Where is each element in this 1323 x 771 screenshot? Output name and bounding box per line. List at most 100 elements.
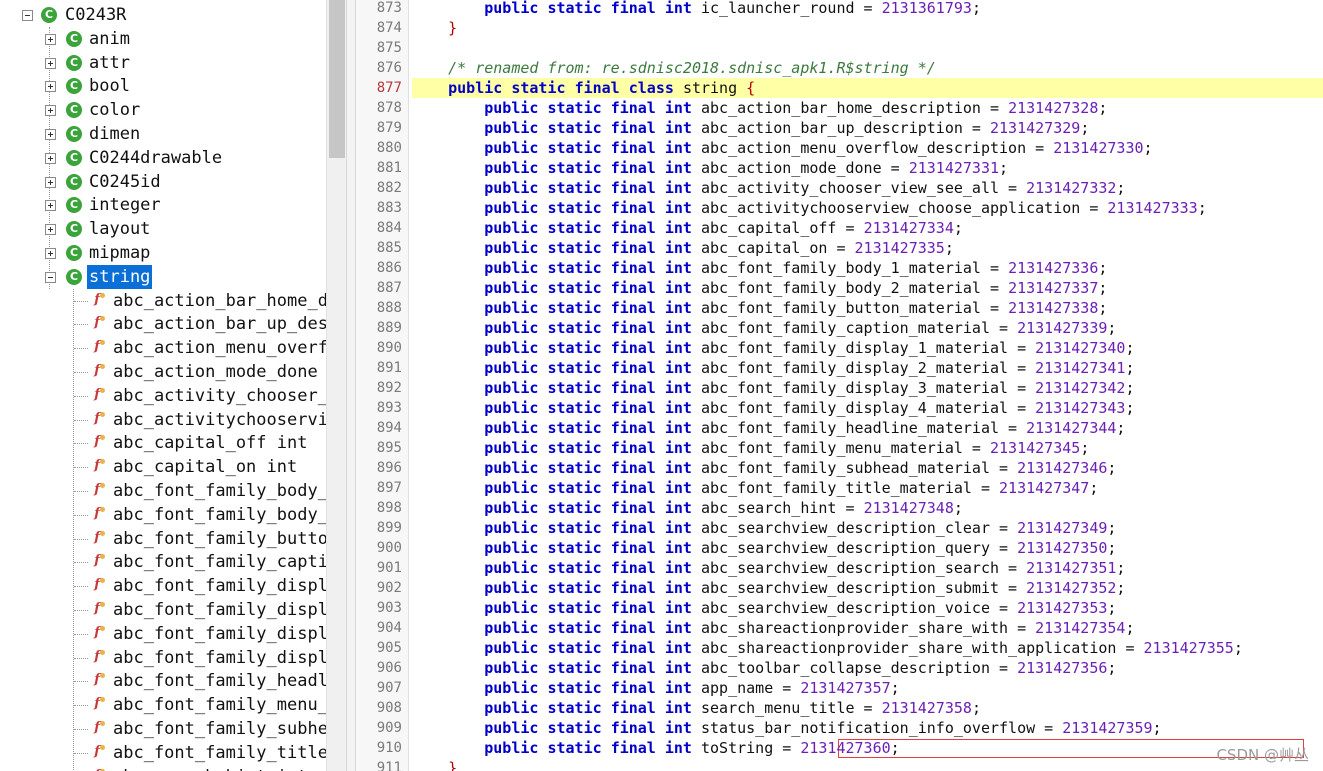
tree-field-item[interactable]: f abc_action_menu_overfl [0,336,326,360]
field-name: status_bar_notification_info_overflow [701,719,1036,737]
tree-field-item[interactable]: f abc_action_mode_done i [0,360,326,384]
tree-node-dimen[interactable]: Cdimen [0,122,326,146]
tree-field-item[interactable]: f abc_font_family_displa [0,598,326,622]
field-name: abc_toolbar_collapse_description [701,659,990,677]
field-value: 2131427353 [1017,599,1108,617]
class-tree-panel[interactable]: C C0243R Canim Cattr Cbool Ccolor Cdimen C C0244… [0,0,326,771]
line-number: 879 [376,120,402,136]
tree-field-item[interactable]: f abc_action_bar_up_desc [0,312,326,336]
field-icon: f [91,315,105,331]
keyword: final [610,379,656,397]
keyword: final [610,419,656,437]
keyword: public [484,99,539,117]
tree-node-string[interactable]: Cstring [0,264,326,289]
tree-node-attr[interactable]: Cattr [0,51,326,75]
expand-toggle-icon[interactable] [45,129,56,140]
expand-toggle-icon[interactable] [45,152,56,164]
tree-node-anim[interactable]: Canim [0,27,326,51]
expand-toggle-icon[interactable] [45,81,56,93]
tree-node-layout[interactable]: Clayout [0,217,326,241]
field-value: 2131427358 [881,699,972,717]
keyword: public [484,659,539,677]
code-line: public static final int status_bar_notif… [484,719,1162,737]
keyword: int [664,619,692,637]
field-icon: f [91,506,105,522]
tree-field-item[interactable]: f abc_action_bar_home_de [0,289,326,313]
collapse-toggle-icon[interactable] [45,271,56,283]
tree-field-item[interactable]: f abc_font_family_captio [0,550,326,574]
tree-field-item[interactable]: f abc_font_family_body_ [0,479,326,503]
collapse-toggle-icon[interactable] [22,10,33,21]
field-icon: f [91,696,105,712]
tree-field-item[interactable]: f abc_font_family_headli [0,669,326,693]
field-icon: f [91,672,105,688]
expand-toggle-icon[interactable] [45,33,56,45]
tree-node-c0244drawable[interactable]: C C0244drawable [0,146,326,170]
tree-field-item[interactable]: f abc_font_family_displa [0,622,326,646]
code-line: public static final int abc_capital_on =… [484,239,954,257]
tree-node-bool[interactable]: Cbool [0,74,326,98]
code-line: public static final int abc_searchview_d… [484,519,1117,537]
tree-field-item[interactable]: f abc_capital_on int [0,455,326,479]
tree-field-item[interactable]: f abc_font_family_displa [0,574,326,598]
code-line: public static final int abc_shareactionp… [484,639,1243,657]
code-line: public static final class string { [412,78,1323,98]
tree-node-mipmap[interactable]: Cmipmap [0,241,326,265]
class-icon: C [66,149,82,166]
tree-scrollbar-thumb[interactable] [329,0,345,158]
keyword: public [484,439,539,457]
keyword: int [664,339,692,357]
keyword: public [484,259,539,277]
expand-toggle-icon[interactable] [45,105,56,117]
expand-toggle-icon[interactable] [45,57,56,69]
field-icon: f [91,601,105,617]
tree-field-item[interactable]: f abc_font_family_body_ [0,503,326,527]
field-name: toString [701,739,774,757]
code-line: public static final int abc_font_family_… [484,379,1135,397]
panel-splitter[interactable] [346,0,356,771]
field-icon: f [91,411,105,427]
expand-toggle-icon[interactable] [45,248,56,259]
keyword: public [484,279,539,297]
tree-node-integer[interactable]: Cinteger [0,193,326,217]
class-icon: C [41,7,57,23]
tree-field-item[interactable]: f abc_capital_off int [0,431,326,455]
keyword: final [610,159,656,177]
tree-node-root[interactable]: C C0243R [0,3,326,27]
line-number: 902 [376,580,402,596]
tree-field-item[interactable]: f abc_activity_chooser_v [0,384,326,408]
tree-scrollbar[interactable] [326,0,347,771]
expand-toggle-icon[interactable] [45,200,56,212]
tree-field-label: abc_font_family_subhea [113,719,326,739]
keyword: static [511,79,566,97]
tree-field-item[interactable]: f abc_search_hint int [0,765,326,771]
tree-field-item[interactable]: f abc_font_family_title_ [0,741,326,765]
field-icon: f [91,577,105,593]
keyword: int [664,179,692,197]
tree-field-item[interactable]: f abc_font_family_menu_m [0,693,326,717]
tree-field-item[interactable]: f abc_font_family_butto [0,527,326,551]
expand-toggle-icon[interactable] [45,176,56,188]
keyword: final [574,79,620,97]
field-name: abc_font_family_display_1_material [701,339,1009,357]
tree-node-c0245id[interactable]: C C0245id [0,170,326,194]
keyword: static [547,579,602,597]
code-editor[interactable]: 873 874 875 876 877 878 879 880 881 882 883 884 885 8… [356,0,1323,771]
tree-connector [74,300,88,302]
field-name: app_name [701,679,774,697]
keyword: final [610,239,656,257]
field-name: abc_font_family_body_1_material [701,259,981,277]
field-name: abc_font_family_caption_material [701,319,990,337]
keyword: final [610,359,656,377]
field-value: 2131427354 [1035,619,1126,637]
code-line: public static final int abc_searchview_d… [484,579,1126,597]
expand-toggle-icon[interactable] [45,224,56,236]
tree-field-item[interactable]: f abc_font_family_displa [0,646,326,670]
keyword: final [610,519,656,537]
keyword: public [484,319,539,337]
tree-field-item[interactable]: f abc_activitychooservie [0,408,326,432]
tree-node-color[interactable]: Ccolor [0,98,326,122]
field-name: abc_searchview_description_query [701,539,990,557]
keyword: static [547,379,602,397]
tree-field-item[interactable]: f abc_font_family_subhea [0,717,326,741]
